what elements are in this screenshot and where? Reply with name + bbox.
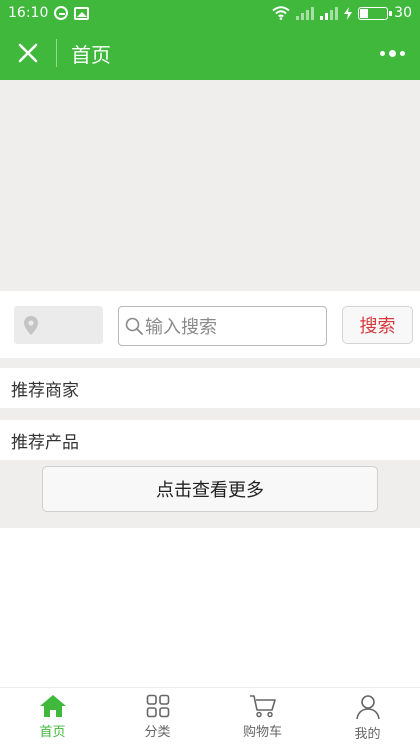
tab-bar: 首页 分类 购物车 我的 <box>0 687 420 747</box>
tab-label: 首页 <box>39 725 66 740</box>
status-bar: 16:10 30 <box>0 0 420 26</box>
more-dot-icon <box>399 50 405 56</box>
tab-cart[interactable]: 购物车 <box>210 688 315 747</box>
notification-icon <box>54 6 69 20</box>
section-gap <box>0 408 420 420</box>
title-divider <box>56 39 57 67</box>
more-options-button[interactable] <box>364 26 420 80</box>
tab-home[interactable]: 首页 <box>0 688 105 747</box>
search-icon <box>125 317 143 335</box>
search-placeholder: 输入搜索 <box>145 317 217 338</box>
status-time: 16:10 <box>8 5 49 21</box>
close-button[interactable] <box>0 26 56 80</box>
search-input[interactable]: 输入搜索 <box>118 306 327 346</box>
tab-label: 分类 <box>144 725 171 740</box>
close-icon <box>18 43 38 63</box>
image-icon <box>74 6 90 20</box>
section-recommended-products: 推荐产品 <box>0 420 420 460</box>
section-title: 推荐商家 <box>11 380 79 401</box>
section-gap <box>0 358 420 368</box>
view-more-button[interactable]: 点击查看更多 <box>42 466 378 512</box>
tab-label: 购物车 <box>242 725 282 740</box>
view-more-area: 点击查看更多 <box>0 460 420 528</box>
location-pin-icon <box>24 316 38 335</box>
section-recommended-merchants: 推荐商家 <box>0 368 420 408</box>
battery-level: 30 <box>394 5 412 21</box>
more-dot-icon <box>388 49 396 57</box>
section-title: 推荐产品 <box>11 432 79 453</box>
tab-profile[interactable]: 我的 <box>315 688 420 747</box>
grid-icon <box>146 694 169 718</box>
tab-category[interactable]: 分类 <box>105 688 210 747</box>
home-icon <box>39 695 66 717</box>
user-icon <box>355 695 380 720</box>
banner-area <box>0 80 420 291</box>
title-bar: 首页 <box>0 26 420 80</box>
location-selector[interactable] <box>14 306 103 344</box>
signal-4g-icon <box>320 6 339 20</box>
search-row: 输入搜索 搜索 <box>0 291 420 358</box>
tab-label: 我的 <box>354 727 381 742</box>
more-dot-icon <box>379 50 385 56</box>
search-button[interactable]: 搜索 <box>342 306 413 344</box>
signal-icon <box>296 6 315 20</box>
battery-icon <box>358 6 393 20</box>
wifi-icon <box>272 6 290 20</box>
cart-icon <box>249 695 276 718</box>
page-title: 首页 <box>71 42 111 67</box>
charging-icon <box>344 6 353 20</box>
